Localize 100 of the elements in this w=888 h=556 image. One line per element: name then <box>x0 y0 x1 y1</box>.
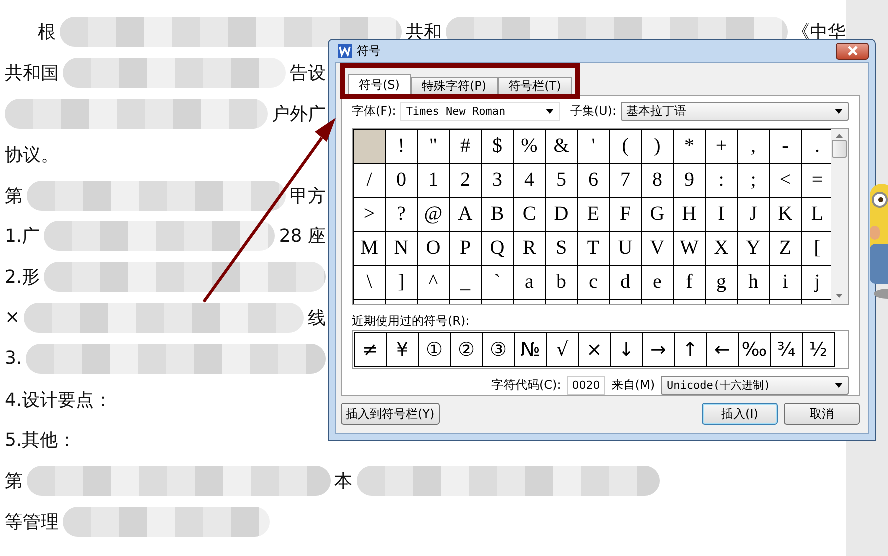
recent-symbol-cell[interactable]: ↑ <box>675 333 707 366</box>
recent-symbol-cell[interactable]: ← <box>707 333 739 366</box>
symbol-cell[interactable]: 3 <box>482 164 514 198</box>
symbol-cell[interactable]: & <box>546 130 578 164</box>
recent-symbol-cell[interactable]: ↓ <box>611 333 643 366</box>
symbol-cell[interactable]: + <box>706 130 738 164</box>
symbol-cell[interactable]: F <box>610 198 642 232</box>
symbol-cell[interactable]: d <box>610 266 642 300</box>
symbol-cell[interactable]: O <box>418 232 450 266</box>
symbol-cell[interactable] <box>354 130 386 164</box>
recent-symbol-cell[interactable]: ② <box>451 333 483 366</box>
recent-symbol-cell[interactable]: × <box>579 333 611 366</box>
symbol-cell[interactable]: \ <box>354 266 386 300</box>
symbol-cell[interactable]: ' <box>578 130 610 164</box>
symbol-cell[interactable]: / <box>354 164 386 198</box>
symbol-cell[interactable]: V <box>642 232 674 266</box>
symbol-cell[interactable]: 6 <box>578 164 610 198</box>
symbol-cell[interactable]: E <box>578 198 610 232</box>
tab[interactable]: 符号(S) <box>348 74 411 96</box>
recent-symbol-cell[interactable]: → <box>643 333 675 366</box>
recent-symbol-cell[interactable]: ¥ <box>387 333 419 366</box>
symbol-cell[interactable]: ) <box>642 130 674 164</box>
symbol-cell[interactable]: Q <box>482 232 514 266</box>
recent-symbol-cell[interactable]: ① <box>419 333 451 366</box>
symbol-cell[interactable]: > <box>354 198 386 232</box>
symbol-cell[interactable]: g <box>706 266 738 300</box>
symbol-cell[interactable]: D <box>546 198 578 232</box>
recent-symbol-cell[interactable]: ‰ <box>739 333 771 366</box>
symbol-cell[interactable]: " <box>418 130 450 164</box>
symbol-cell[interactable]: X <box>706 232 738 266</box>
symbol-cell[interactable]: - <box>770 130 802 164</box>
symbol-cell[interactable]: 5 <box>546 164 578 198</box>
symbol-cell[interactable]: * <box>674 130 706 164</box>
symbol-cell[interactable]: ; <box>738 164 770 198</box>
symbol-cell[interactable]: 1 <box>418 164 450 198</box>
symbol-cell[interactable]: < <box>770 164 802 198</box>
recent-symbol-cell[interactable]: ≠ <box>355 333 387 366</box>
symbol-cell[interactable]: h <box>738 266 770 300</box>
recent-symbol-cell[interactable]: ½ <box>803 333 834 366</box>
symbol-cell[interactable]: A <box>450 198 482 232</box>
symbol-cell[interactable]: ( <box>610 130 642 164</box>
symbol-cell[interactable]: 0 <box>386 164 418 198</box>
symbol-cell[interactable]: e <box>642 266 674 300</box>
symbol-cell[interactable]: Z <box>770 232 802 266</box>
close-icon <box>846 46 858 56</box>
symbol-cell[interactable]: % <box>514 130 546 164</box>
symbol-cell[interactable]: # <box>450 130 482 164</box>
recent-symbol-cell[interactable]: ③ <box>483 333 515 366</box>
dialog-button[interactable]: 插入到符号栏(Y) <box>341 403 440 425</box>
symbol-cell[interactable]: 4 <box>514 164 546 198</box>
symbol-cell[interactable]: f <box>674 266 706 300</box>
symbol-cell[interactable]: S <box>546 232 578 266</box>
document-text: 2.形 <box>5 266 40 290</box>
recent-symbol-cell[interactable]: √ <box>547 333 579 366</box>
dialog-button[interactable]: 插入(I) <box>702 403 778 425</box>
symbol-cell[interactable]: I <box>706 198 738 232</box>
symbol-cell[interactable]: ] <box>386 266 418 300</box>
symbol-cell[interactable]: H <box>674 198 706 232</box>
symbol-cell[interactable]: 9 <box>674 164 706 198</box>
symbol-cell[interactable]: : <box>706 164 738 198</box>
symbol-cell[interactable]: K <box>770 198 802 232</box>
symbol-cell[interactable]: Y <box>738 232 770 266</box>
symbol-cell[interactable]: R <box>514 232 546 266</box>
symbol-cell[interactable]: b <box>546 266 578 300</box>
symbol-cell[interactable]: 8 <box>642 164 674 198</box>
symbol-cell[interactable]: 7 <box>610 164 642 198</box>
symbol-cell[interactable]: U <box>610 232 642 266</box>
recent-symbol-cell[interactable]: № <box>515 333 547 366</box>
symbol-cell[interactable]: G <box>642 198 674 232</box>
char-code-field[interactable]: 0020 <box>567 376 606 395</box>
scrollbar-thumb[interactable] <box>832 140 848 158</box>
symbol-cell[interactable]: C <box>514 198 546 232</box>
symbol-cell[interactable]: @ <box>418 198 450 232</box>
symbol-cell[interactable]: ! <box>386 130 418 164</box>
symbol-cell[interactable]: a <box>514 266 546 300</box>
symbol-cell[interactable]: _ <box>450 266 482 300</box>
symbol-cell[interactable]: W <box>674 232 706 266</box>
symbol-cell[interactable]: 2 <box>450 164 482 198</box>
close-button[interactable] <box>836 42 869 60</box>
symbol-cell[interactable]: ? <box>386 198 418 232</box>
subset-dropdown[interactable]: 基本拉丁语 <box>620 102 849 122</box>
dialog-button[interactable]: 取消 <box>784 403 860 425</box>
symbol-cell[interactable]: M <box>354 232 386 266</box>
symbol-cell[interactable]: c <box>578 266 610 300</box>
encoding-dropdown[interactable]: Unicode(十六进制) <box>661 376 849 395</box>
font-dropdown[interactable]: Times New Roman <box>400 102 560 122</box>
symbol-cell[interactable]: N <box>386 232 418 266</box>
symbol-cell[interactable]: ^ <box>418 266 450 300</box>
symbol-cell[interactable]: B <box>482 198 514 232</box>
recent-symbol-cell[interactable]: ¾ <box>771 333 803 366</box>
tab[interactable]: 特殊字符(P) <box>410 77 498 95</box>
tab[interactable]: 符号栏(T) <box>498 77 572 95</box>
symbol-cell[interactable]: ` <box>482 266 514 300</box>
symbol-cell[interactable]: P <box>450 232 482 266</box>
scrollbar[interactable] <box>831 128 848 304</box>
symbol-cell[interactable]: T <box>578 232 610 266</box>
symbol-cell[interactable]: i <box>770 266 802 300</box>
symbol-cell[interactable]: , <box>738 130 770 164</box>
symbol-cell[interactable]: $ <box>482 130 514 164</box>
symbol-cell[interactable]: J <box>738 198 770 232</box>
